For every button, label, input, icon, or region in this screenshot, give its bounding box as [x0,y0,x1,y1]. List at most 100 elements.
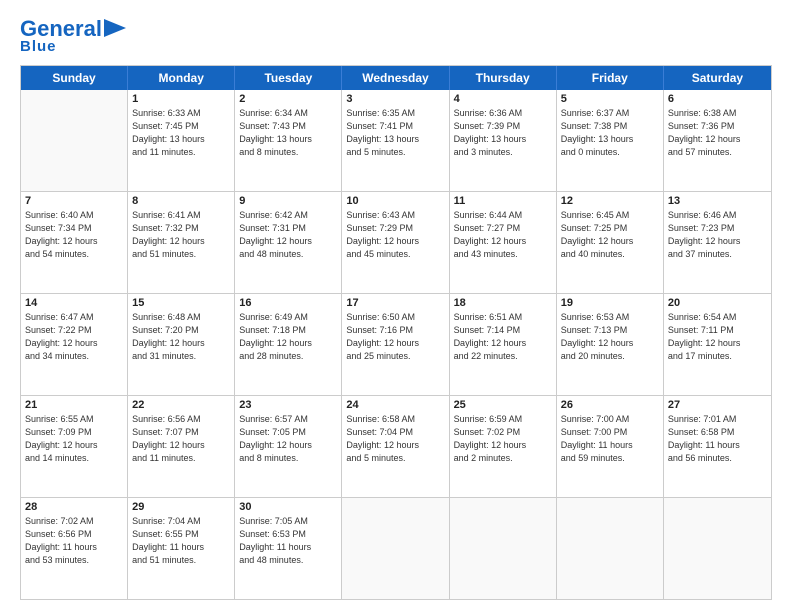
day-info: Sunrise: 6:58 AM Sunset: 7:04 PM Dayligh… [346,413,444,465]
calendar-cell: 3 Sunrise: 6:35 AM Sunset: 7:41 PM Daylig… [342,90,449,191]
day-info: Sunrise: 7:01 AM Sunset: 6:58 PM Dayligh… [668,413,767,465]
day-number: 15 [132,297,230,309]
day-info: Sunrise: 7:04 AM Sunset: 6:55 PM Dayligh… [132,515,230,567]
day-number: 2 [239,93,337,105]
day-info: Sunrise: 6:49 AM Sunset: 7:18 PM Dayligh… [239,311,337,363]
calendar-cell [450,498,557,599]
day-number: 20 [668,297,767,309]
day-info: Sunrise: 6:54 AM Sunset: 7:11 PM Dayligh… [668,311,767,363]
day-info: Sunrise: 6:57 AM Sunset: 7:05 PM Dayligh… [239,413,337,465]
day-info: Sunrise: 6:35 AM Sunset: 7:41 PM Dayligh… [346,107,444,159]
day-number: 25 [454,399,552,411]
header-day-tuesday: Tuesday [235,66,342,90]
day-number: 1 [132,93,230,105]
calendar-cell: 19Sunrise: 6:53 AM Sunset: 7:13 PM Dayli… [557,294,664,395]
day-number: 19 [561,297,659,309]
calendar-header: SundayMondayTuesdayWednesdayThursdayFrid… [21,66,771,90]
calendar-cell: 16 Sunrise: 6:49 AM Sunset: 7:18 PM Dayli… [235,294,342,395]
calendar-cell: 4Sunrise: 6:36 AM Sunset: 7:39 PM Daylig… [450,90,557,191]
day-number: 22 [132,399,230,411]
day-info: Sunrise: 6:44 AM Sunset: 7:27 PM Dayligh… [454,209,552,261]
calendar-cell: 12 Sunrise: 6:45 AM Sunset: 7:25 PM Dayli… [557,192,664,293]
day-info: Sunrise: 6:33 AM Sunset: 7:45 PM Dayligh… [132,107,230,159]
day-info: Sunrise: 6:40 AM Sunset: 7:34 PM Dayligh… [25,209,123,261]
calendar-row-1: 7 Sunrise: 6:40 AM Sunset: 7:34 PM Daylig… [21,192,771,294]
calendar-cell: 30 Sunrise: 7:05 AM Sunset: 6:53 PM Dayli… [235,498,342,599]
calendar-cell: 11 Sunrise: 6:44 AM Sunset: 7:27 PM Dayli… [450,192,557,293]
calendar-cell: 1 Sunrise: 6:33 AM Sunset: 7:45 PM Daylig… [128,90,235,191]
header-day-monday: Monday [128,66,235,90]
calendar-cell: 27Sunrise: 7:01 AM Sunset: 6:58 PM Dayli… [664,396,771,497]
calendar-cell: 15 Sunrise: 6:48 AM Sunset: 7:20 PM Dayli… [128,294,235,395]
day-info: Sunrise: 6:37 AM Sunset: 7:38 PM Dayligh… [561,107,659,159]
calendar-cell: 13 Sunrise: 6:46 AM Sunset: 7:23 PM Dayli… [664,192,771,293]
day-number: 11 [454,195,552,207]
day-number: 4 [454,93,552,105]
logo-blue: Blue [20,38,57,55]
day-number: 5 [561,93,659,105]
calendar-row-0: 1 Sunrise: 6:33 AM Sunset: 7:45 PM Daylig… [21,90,771,192]
day-info: Sunrise: 7:05 AM Sunset: 6:53 PM Dayligh… [239,515,337,567]
calendar-row-2: 14 Sunrise: 6:47 AM Sunset: 7:22 PM Dayli… [21,294,771,396]
calendar-cell: 18 Sunrise: 6:51 AM Sunset: 7:14 PM Dayli… [450,294,557,395]
day-info: Sunrise: 6:43 AM Sunset: 7:29 PM Dayligh… [346,209,444,261]
calendar-cell: 5 Sunrise: 6:37 AM Sunset: 7:38 PM Daylig… [557,90,664,191]
day-number: 14 [25,297,123,309]
day-number: 12 [561,195,659,207]
day-info: Sunrise: 6:56 AM Sunset: 7:07 PM Dayligh… [132,413,230,465]
logo-arrow-icon [104,19,126,37]
calendar-cell: 22 Sunrise: 6:56 AM Sunset: 7:07 PM Dayli… [128,396,235,497]
day-number: 18 [454,297,552,309]
header-day-saturday: Saturday [664,66,771,90]
calendar-cell: 23 Sunrise: 6:57 AM Sunset: 7:05 PM Dayli… [235,396,342,497]
day-number: 29 [132,501,230,513]
calendar-cell: 20 Sunrise: 6:54 AM Sunset: 7:11 PM Dayli… [664,294,771,395]
header-day-thursday: Thursday [450,66,557,90]
day-info: Sunrise: 6:38 AM Sunset: 7:36 PM Dayligh… [668,107,767,159]
calendar-cell: 26 Sunrise: 7:00 AM Sunset: 7:00 PM Dayli… [557,396,664,497]
calendar-row-3: 21 Sunrise: 6:55 AM Sunset: 7:09 PM Dayli… [21,396,771,498]
calendar-cell: 8Sunrise: 6:41 AM Sunset: 7:32 PM Daylig… [128,192,235,293]
header-day-wednesday: Wednesday [342,66,449,90]
day-info: Sunrise: 6:51 AM Sunset: 7:14 PM Dayligh… [454,311,552,363]
calendar-cell [664,498,771,599]
day-number: 9 [239,195,337,207]
calendar-cell: 2Sunrise: 6:34 AM Sunset: 7:43 PM Daylig… [235,90,342,191]
day-info: Sunrise: 6:47 AM Sunset: 7:22 PM Dayligh… [25,311,123,363]
day-info: Sunrise: 6:48 AM Sunset: 7:20 PM Dayligh… [132,311,230,363]
day-number: 3 [346,93,444,105]
calendar-cell [342,498,449,599]
day-info: Sunrise: 6:42 AM Sunset: 7:31 PM Dayligh… [239,209,337,261]
day-info: Sunrise: 6:45 AM Sunset: 7:25 PM Dayligh… [561,209,659,261]
calendar-cell: 28Sunrise: 7:02 AM Sunset: 6:56 PM Dayli… [21,498,128,599]
day-number: 7 [25,195,123,207]
day-info: Sunrise: 7:00 AM Sunset: 7:00 PM Dayligh… [561,413,659,465]
header: General Blue [20,18,772,55]
day-number: 13 [668,195,767,207]
header-day-sunday: Sunday [21,66,128,90]
logo: General Blue [20,18,126,55]
day-number: 26 [561,399,659,411]
calendar-cell [21,90,128,191]
day-number: 8 [132,195,230,207]
day-info: Sunrise: 6:50 AM Sunset: 7:16 PM Dayligh… [346,311,444,363]
calendar-cell: 10Sunrise: 6:43 AM Sunset: 7:29 PM Dayli… [342,192,449,293]
calendar-body: 1 Sunrise: 6:33 AM Sunset: 7:45 PM Daylig… [21,90,771,599]
calendar-row-4: 28Sunrise: 7:02 AM Sunset: 6:56 PM Dayli… [21,498,771,599]
day-info: Sunrise: 7:02 AM Sunset: 6:56 PM Dayligh… [25,515,123,567]
day-number: 24 [346,399,444,411]
calendar-cell: 7 Sunrise: 6:40 AM Sunset: 7:34 PM Daylig… [21,192,128,293]
day-number: 17 [346,297,444,309]
calendar-cell: 25Sunrise: 6:59 AM Sunset: 7:02 PM Dayli… [450,396,557,497]
day-info: Sunrise: 6:55 AM Sunset: 7:09 PM Dayligh… [25,413,123,465]
header-day-friday: Friday [557,66,664,90]
day-number: 23 [239,399,337,411]
day-number: 21 [25,399,123,411]
logo-text: General [20,18,102,40]
day-number: 16 [239,297,337,309]
day-number: 30 [239,501,337,513]
calendar-cell: 6Sunrise: 6:38 AM Sunset: 7:36 PM Daylig… [664,90,771,191]
day-info: Sunrise: 6:46 AM Sunset: 7:23 PM Dayligh… [668,209,767,261]
page: General Blue SundayMondayTuesdayWednesda… [0,0,792,612]
calendar-cell: 9 Sunrise: 6:42 AM Sunset: 7:31 PM Daylig… [235,192,342,293]
